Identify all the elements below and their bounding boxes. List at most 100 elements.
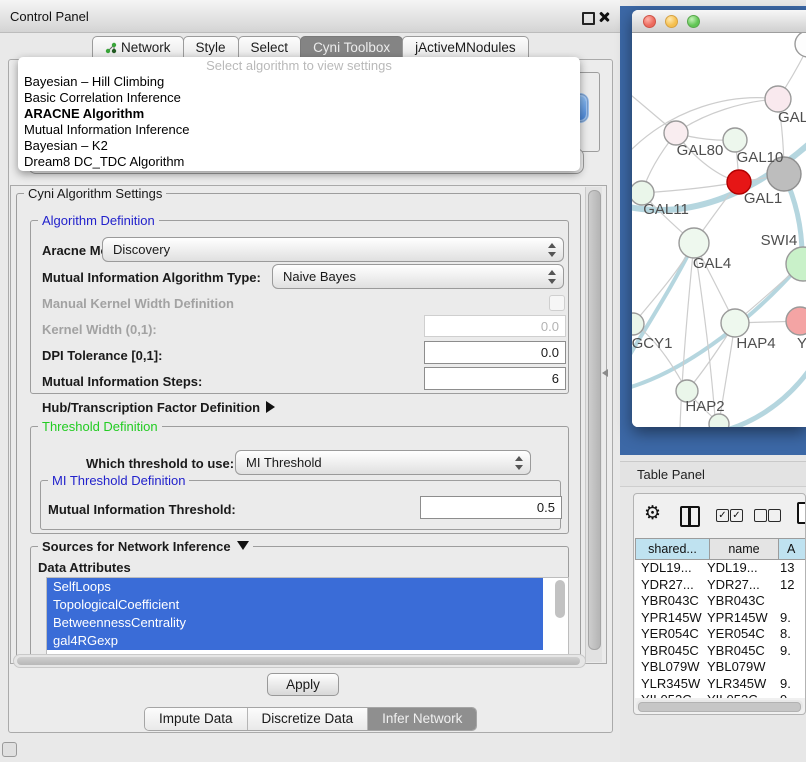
checked-checkbox-icon[interactable]: ✓: [716, 509, 729, 522]
network-node[interactable]: [786, 307, 806, 335]
network-view-window: GALGAL80GAL10GAL1GAL11SWI4GAL4GCY1HAP4YH…: [632, 10, 806, 427]
attribute-items: SelfLoopsTopologicalCoefficientBetweenne…: [47, 578, 568, 650]
table-cell: 9.: [780, 692, 806, 698]
table-row[interactable]: YBR045CYBR045C9.: [635, 643, 806, 660]
attribute-item[interactable]: SelfLoops: [47, 578, 543, 596]
column-header-partial[interactable]: A: [778, 538, 806, 560]
network-graph[interactable]: GALGAL80GAL10GAL1GAL11SWI4GAL4GCY1HAP4YH…: [632, 33, 806, 427]
attribute-item[interactable]: BetweennessCentrality: [47, 614, 543, 632]
mi-type-combo[interactable]: Naive Bayes: [272, 264, 564, 289]
network-edge-highlighted[interactable]: [716, 369, 806, 427]
mi-steps-field[interactable]: 6: [424, 367, 566, 390]
network-node[interactable]: [795, 33, 806, 57]
table-body: YDL19...YDL19...13YDR27...YDR27...12YBR0…: [635, 560, 806, 698]
expand-right-icon[interactable]: [266, 401, 275, 413]
table-row[interactable]: YLR345WYLR345W9.: [635, 676, 806, 693]
tab-cyni-toolbox[interactable]: Cyni Toolbox: [300, 36, 403, 58]
column-header-shared-name[interactable]: shared...: [635, 538, 710, 560]
gear-icon[interactable]: ⚙: [644, 504, 661, 523]
table-row[interactable]: YBL079WYBL079W: [635, 659, 806, 676]
table-cell: YDL19...: [707, 560, 773, 577]
network-node[interactable]: [679, 228, 709, 258]
mi-threshold-field[interactable]: 0.5: [420, 496, 562, 519]
table-row[interactable]: YDL19...YDL19...13: [635, 560, 806, 577]
tab-infer-network[interactable]: Infer Network: [368, 708, 476, 730]
float-window-icon[interactable]: [582, 12, 595, 25]
node-label: Y: [797, 335, 806, 352]
minimized-panel-icon[interactable]: [2, 742, 17, 757]
control-panel-tabs: Network Style Select Cyni Toolbox jActiv…: [92, 36, 528, 59]
network-canvas[interactable]: GALGAL80GAL10GAL1GAL11SWI4GAL4GCY1HAP4YH…: [632, 33, 806, 427]
checked-checkbox-icon[interactable]: ✓: [730, 509, 743, 522]
network-edge[interactable]: [676, 99, 778, 133]
network-node[interactable]: [709, 414, 729, 427]
table-cell: YPR145W: [641, 610, 703, 627]
apply-button[interactable]: Apply: [267, 673, 339, 696]
combo-stepper-icon[interactable]: [547, 242, 556, 258]
zoom-traffic-light-icon[interactable]: [687, 15, 700, 28]
attribute-item[interactable]: gal4RGexp: [47, 632, 543, 650]
list-scrollbar-thumb[interactable]: [555, 580, 565, 618]
tab-discretize-data[interactable]: Discretize Data: [248, 708, 369, 730]
close-icon[interactable]: [598, 11, 610, 23]
scrollbar-thumb[interactable]: [588, 190, 601, 650]
tab-style[interactable]: Style: [183, 36, 239, 58]
algorithm-option[interactable]: Basic Correlation Inference: [18, 90, 580, 106]
settings-vertical-scrollbar[interactable]: [585, 187, 602, 662]
settings-group-title: Cyni Algorithm Settings: [24, 186, 166, 201]
node-table: shared... name A YDL19...YDL19...13YDR27…: [635, 538, 806, 698]
network-window-titlebar[interactable]: [632, 10, 806, 33]
settings-horizontal-scrollbar[interactable]: [13, 654, 586, 668]
combo-stepper-icon[interactable]: [514, 455, 523, 471]
which-threshold-combo[interactable]: MI Threshold: [235, 450, 531, 475]
table-row[interactable]: YBR043CYBR043C: [635, 593, 806, 610]
scrollbar-thumb[interactable]: [638, 702, 801, 712]
algorithm-option[interactable]: ARACNE Algorithm: [18, 106, 580, 122]
close-traffic-light-icon[interactable]: [643, 15, 656, 28]
scrollbar-thumb[interactable]: [17, 657, 580, 665]
kernel-width-field[interactable]: 0.0: [424, 315, 566, 337]
manual-kernel-checkbox[interactable]: [549, 295, 565, 311]
hub-section-toggle[interactable]: Hub/Transcription Factor Definition: [42, 400, 275, 415]
table-row[interactable]: YER054CYER054C8.: [635, 626, 806, 643]
column-header-name[interactable]: name: [709, 538, 779, 560]
tab-jactivemnodules[interactable]: jActiveMNodules: [402, 36, 529, 58]
data-attributes-list[interactable]: SelfLoopsTopologicalCoefficientBetweenne…: [46, 577, 569, 657]
table-row[interactable]: YIL052CYIL052C9.: [635, 692, 806, 698]
network-icon: [105, 42, 117, 54]
algorithm-option[interactable]: Dream8 DC_TDC Algorithm: [18, 154, 580, 170]
network-node[interactable]: [721, 309, 749, 337]
table-panel-title: Table Panel: [637, 467, 705, 482]
combo-stepper-icon[interactable]: [547, 269, 556, 285]
columns-icon[interactable]: [680, 506, 700, 527]
tab-impute-data[interactable]: Impute Data: [145, 708, 248, 730]
document-icon[interactable]: [797, 502, 806, 524]
sources-section-toggle[interactable]: Sources for Network Inference: [38, 539, 253, 554]
table-panel: Table Panel ⚙ ✓ ✓ shared... name A YDL19…: [620, 455, 806, 762]
table-cell: YBR045C: [641, 643, 703, 660]
table-horizontal-scrollbar[interactable]: [636, 700, 803, 711]
table-row[interactable]: YPR145WYPR145W9.: [635, 610, 806, 627]
node-label: HAP2: [685, 398, 724, 415]
unchecked-checkbox-icon[interactable]: [768, 509, 781, 522]
expand-down-icon[interactable]: [237, 541, 249, 550]
tab-network[interactable]: Network: [92, 36, 184, 58]
tab-select[interactable]: Select: [238, 36, 302, 58]
node-label: GCY1: [632, 335, 672, 352]
network-edge-highlighted[interactable]: [632, 265, 800, 389]
algorithm-option[interactable]: Mutual Information Inference: [18, 122, 580, 138]
table-row[interactable]: YDR27...YDR27...12: [635, 577, 806, 594]
table-cell: YBR045C: [707, 643, 773, 660]
aracne-mode-combo[interactable]: Discovery: [102, 237, 564, 262]
algorithm-option[interactable]: Bayesian – Hill Climbing: [18, 74, 580, 90]
mi-type-label: Mutual Information Algorithm Type:: [42, 270, 261, 285]
table-cell: YBR043C: [707, 593, 773, 610]
algorithm-option[interactable]: Bayesian – K2: [18, 138, 580, 154]
unchecked-checkbox-icon[interactable]: [754, 509, 767, 522]
network-edge[interactable]: [642, 182, 739, 193]
table-cell: 12: [780, 577, 806, 594]
minimize-traffic-light-icon[interactable]: [665, 15, 678, 28]
attribute-item[interactable]: TopologicalCoefficient: [47, 596, 543, 614]
dpi-tolerance-field[interactable]: 0.0: [424, 341, 566, 364]
splitter-collapse-arrow[interactable]: [602, 369, 608, 377]
